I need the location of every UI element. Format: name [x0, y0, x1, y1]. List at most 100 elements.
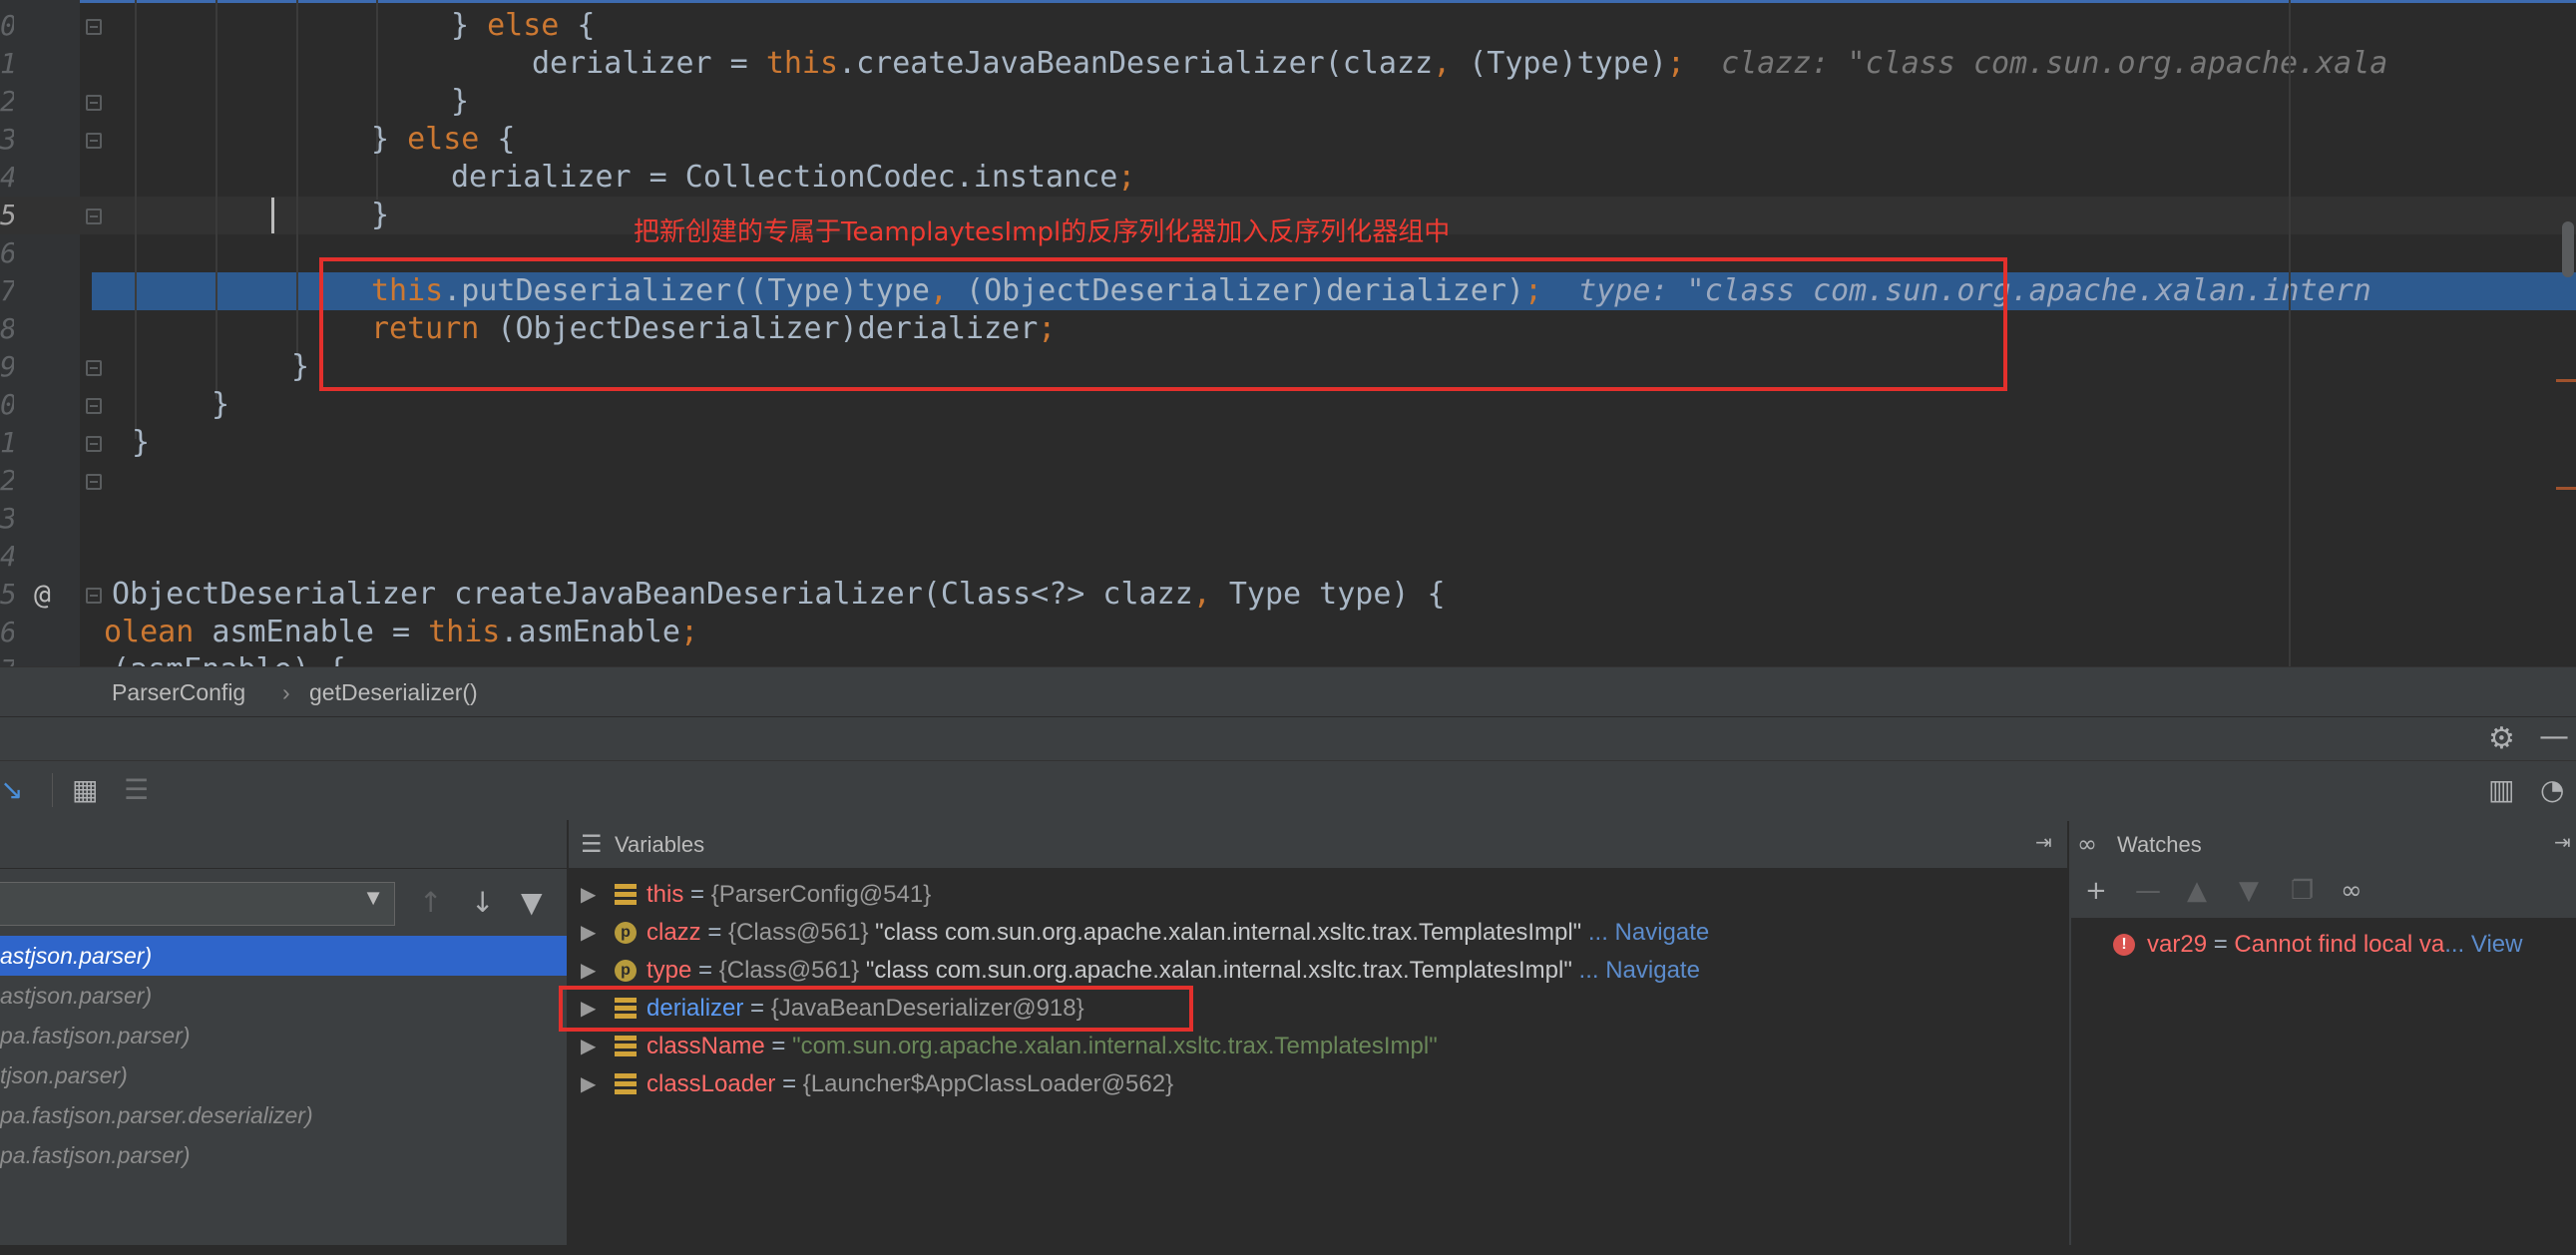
- breadcrumb-item[interactable]: getDeserializer(): [309, 679, 478, 706]
- watches-toolbar: + — ▲ ▼ ❐ ∞: [2071, 868, 2576, 919]
- stack-frame[interactable]: pa.fastjson.parser): [0, 1016, 567, 1055]
- list-icon: ☰: [581, 830, 603, 858]
- code-line: olean asmEnable = this.asmEnable;: [104, 615, 699, 649]
- arrow-up-icon[interactable]: ▲: [2187, 876, 2207, 906]
- speedometer-icon[interactable]: ◔: [2540, 773, 2564, 806]
- variable-row[interactable]: ▶ classLoader = {Launcher$AppClassLoader…: [569, 1065, 2067, 1103]
- fold-marker-icon[interactable]: [86, 360, 102, 376]
- thread-selector[interactable]: ▼: [0, 882, 395, 926]
- remove-icon[interactable]: —: [2135, 876, 2161, 906]
- indent-guide: [296, 0, 298, 359]
- restore-layout-icon[interactable]: ⇥: [2554, 830, 2571, 854]
- code-line: (asmEnable) {: [112, 651, 346, 666]
- breadcrumb-separator: ›: [282, 679, 290, 705]
- arrow-up-icon[interactable]: ↑: [419, 886, 442, 919]
- indent-guide: [135, 0, 137, 439]
- fold-marker-icon[interactable]: [86, 19, 102, 35]
- line-number: 5: [0, 197, 14, 234]
- editor-top-accent: [0, 0, 2576, 3]
- breadcrumb-item[interactable]: ParserConfig: [112, 679, 245, 706]
- navigate-link[interactable]: ... Navigate: [1572, 957, 1700, 984]
- field-icon: [615, 884, 637, 906]
- parameter-icon: p: [615, 922, 637, 944]
- line-number: 6: [0, 234, 14, 272]
- code-line: }: [132, 425, 151, 460]
- editor-scrollbar[interactable]: [2562, 221, 2574, 277]
- view-link[interactable]: ... View: [2444, 931, 2522, 958]
- fold-marker-icon[interactable]: [86, 588, 102, 604]
- code-editor[interactable]: 0 1 2 3 4 5 6 7 8 9 0 1 2 3 4 5 6 7 @ } …: [0, 0, 2576, 666]
- variables-panel: ☰ Variables ⇥ ▶ this = {ParserConfig@541…: [559, 820, 2067, 1245]
- frames-panel: ▼ ↑ ↓ ▼ astjson.parser) astjson.parser) …: [0, 820, 569, 1245]
- restore-layout-icon[interactable]: ⇥: [2035, 830, 2052, 854]
- code-line: ObjectDeserializer createJavaBeanDeseria…: [112, 577, 1446, 612]
- layout-icon[interactable]: ▥: [2488, 773, 2514, 806]
- line-number: 1: [0, 45, 14, 83]
- fold-marker-icon[interactable]: [86, 95, 102, 111]
- copy-icon[interactable]: ❐: [2291, 876, 2314, 906]
- line-number: 9: [0, 348, 14, 386]
- toolbar-divider: [52, 773, 53, 807]
- stack-frame[interactable]: tjson.parser): [0, 1055, 567, 1095]
- line-number: 5: [0, 576, 14, 614]
- variable-row[interactable]: ▶ className = "com.sun.org.apache.xalan.…: [569, 1028, 2067, 1065]
- glasses-icon[interactable]: ∞: [2341, 876, 2362, 906]
- code-line: } else {: [371, 122, 516, 157]
- expand-triangle-icon[interactable]: ▶: [581, 1065, 596, 1103]
- variable-row[interactable]: ▶ this = {ParserConfig@541}: [569, 876, 2067, 914]
- line-number: 4: [0, 538, 14, 576]
- navigate-link[interactable]: ... Navigate: [1581, 919, 1709, 946]
- line-number: 8: [0, 310, 14, 348]
- stack-frame[interactable]: pa.fastjson.parser): [0, 1135, 567, 1175]
- field-icon: [615, 1036, 637, 1057]
- stack-frame[interactable]: astjson.parser): [0, 936, 567, 976]
- code-line: }: [212, 387, 230, 422]
- add-icon[interactable]: +: [2085, 876, 2107, 906]
- watch-item[interactable]: ! var29 = Cannot find local va... View: [2071, 926, 2576, 964]
- error-icon: !: [2113, 934, 2135, 956]
- chevron-down-icon: ▼: [362, 885, 384, 910]
- line-number: 3: [0, 121, 14, 159]
- fold-marker-icon[interactable]: [86, 436, 102, 452]
- panel-title: Variables: [615, 832, 705, 857]
- watches-panel: ∞ Watches ⇥ + — ▲ ▼ ❐ ∞ ! var29 = Cannot…: [2069, 820, 2576, 1245]
- error-stripe-marker[interactable]: [2556, 379, 2576, 382]
- text-caret: [271, 198, 274, 233]
- highlight-box: [319, 257, 2007, 391]
- right-margin-guide: [2289, 0, 2291, 666]
- fold-marker-icon[interactable]: [86, 209, 102, 224]
- arrow-down-icon[interactable]: ▼: [2239, 876, 2259, 906]
- line-number: 0: [0, 7, 14, 45]
- override-marker-icon[interactable]: @: [34, 576, 51, 614]
- line-number: 4: [0, 159, 14, 197]
- variable-row[interactable]: ▶ p type = {Class@561} "class com.sun.or…: [569, 952, 2067, 990]
- trace-stream-icon[interactable]: ☰: [124, 773, 149, 806]
- frames-panel-header: [0, 820, 567, 869]
- code-line: }: [291, 349, 310, 384]
- parameter-icon: p: [615, 960, 637, 982]
- error-stripe-marker[interactable]: [2556, 487, 2576, 490]
- expand-triangle-icon[interactable]: ▶: [581, 1028, 596, 1065]
- fold-marker-icon[interactable]: [86, 474, 102, 490]
- line-number: 0: [0, 386, 14, 424]
- fold-marker-icon[interactable]: [86, 398, 102, 414]
- code-line: }: [451, 84, 470, 119]
- indent-guide: [215, 0, 217, 399]
- minimize-icon[interactable]: —: [2539, 719, 2569, 754]
- gear-icon[interactable]: ⚙: [2488, 721, 2515, 756]
- step-into-icon[interactable]: ↘: [0, 773, 23, 806]
- filter-icon[interactable]: ▼: [521, 886, 543, 919]
- line-number: 3: [0, 500, 14, 538]
- fold-marker-icon[interactable]: [86, 133, 102, 149]
- indent-guide: [376, 0, 378, 200]
- variable-row[interactable]: ▶ p clazz = {Class@561} "class com.sun.o…: [569, 914, 2067, 952]
- expand-triangle-icon[interactable]: ▶: [581, 914, 596, 952]
- expand-triangle-icon[interactable]: ▶: [581, 876, 596, 914]
- code-line: derializer = this.createJavaBeanDeserial…: [532, 46, 2388, 81]
- expand-triangle-icon[interactable]: ▶: [581, 952, 596, 990]
- arrow-down-icon[interactable]: ↓: [471, 886, 494, 919]
- line-number: 6: [0, 614, 14, 651]
- evaluate-expression-icon[interactable]: ▦: [72, 773, 98, 806]
- stack-frame[interactable]: astjson.parser): [0, 976, 567, 1016]
- stack-frame[interactable]: pa.fastjson.parser.deserializer): [0, 1095, 567, 1135]
